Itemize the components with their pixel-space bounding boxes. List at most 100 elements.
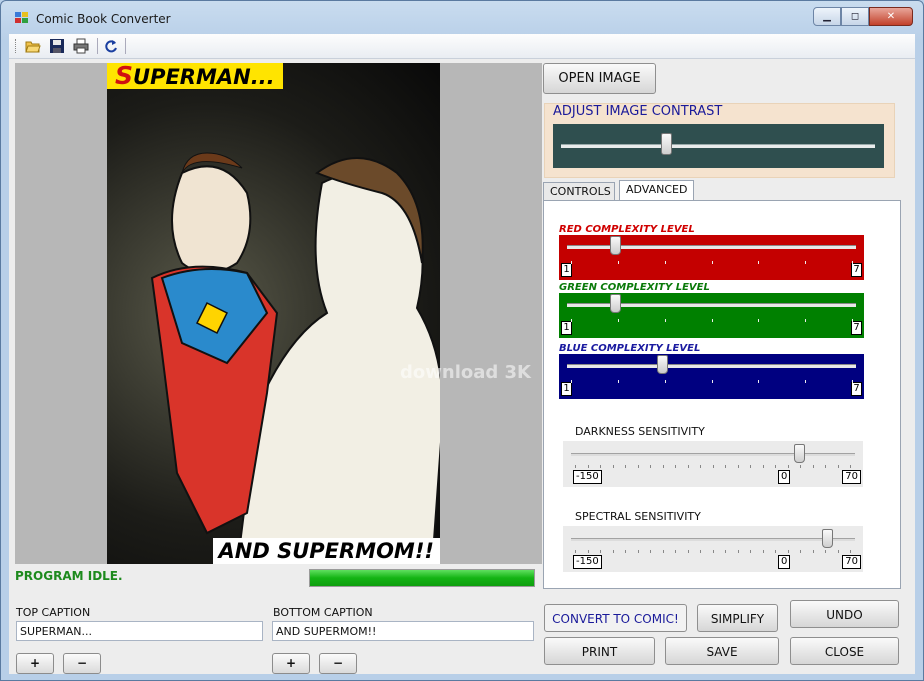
slider-tick: [612, 465, 614, 468]
refresh-icon[interactable]: [103, 38, 119, 54]
window-title: Comic Book Converter: [36, 12, 171, 26]
slider-tick: [575, 550, 576, 553]
slider-tick: [852, 261, 853, 264]
save-disk-icon[interactable]: [49, 38, 65, 54]
contrast-slider[interactable]: [553, 124, 884, 168]
top-caption-minus-button[interactable]: −: [63, 653, 101, 674]
complexity-track[interactable]: 17: [559, 235, 864, 280]
open-folder-icon[interactable]: [25, 38, 41, 54]
slider-tick: [837, 550, 839, 553]
slider-tick: [711, 261, 713, 264]
complexity-max: 7: [851, 382, 862, 396]
complexity-slider-0[interactable]: RED COMPLEXITY LEVEL 1 7: [559, 224, 864, 280]
sensitivity-min: -150: [573, 555, 602, 569]
slider-tick: [762, 550, 764, 553]
complexity-slider-1[interactable]: GREEN COMPLEXITY LEVEL 1 7: [559, 282, 864, 338]
slider-tick: [687, 465, 689, 468]
slider-tick: [837, 465, 839, 468]
sensitivity-max: 70: [842, 470, 861, 484]
photo-figures: [150, 152, 440, 564]
bottom-caption-plus-button[interactable]: +: [272, 653, 310, 674]
slider-tick: [575, 465, 576, 468]
complexity-max: 7: [851, 321, 862, 335]
sensitivity-thumb[interactable]: [793, 444, 805, 463]
slider-tick: [700, 550, 701, 553]
bottom-caption-minus-button[interactable]: −: [319, 653, 357, 674]
slider-tick: [800, 465, 801, 468]
slider-tick: [687, 550, 689, 553]
sensitivity-slider-0[interactable]: DARKNESS SENSITIVITY -150 0 70: [563, 425, 863, 487]
slider-tick: [805, 261, 807, 264]
slider-line: [567, 364, 856, 368]
contrast-slider-thumb[interactable]: [660, 133, 672, 155]
complexity-min: 1: [561, 321, 572, 335]
slider-tick: [664, 380, 666, 383]
complexity-track[interactable]: 17: [559, 354, 864, 399]
complexity-label: BLUE COMPLEXITY LEVEL: [559, 343, 701, 354]
complexity-track[interactable]: 17: [559, 293, 864, 338]
bottom-caption-overlay: AND SUPERMOM!!: [212, 538, 440, 564]
slider-tick: [850, 550, 851, 553]
slider-tick: [571, 319, 572, 322]
slider-tick: [712, 465, 714, 468]
print-icon[interactable]: [73, 38, 89, 54]
progress-bar: [309, 569, 535, 587]
top-caption-label: TOP CAPTION: [16, 606, 91, 619]
slider-tick: [825, 550, 826, 553]
slider-tick: [625, 465, 626, 468]
slider-tick: [758, 319, 760, 322]
maximize-button[interactable]: ◻: [841, 7, 869, 26]
complexity-slider-2[interactable]: BLUE COMPLEXITY LEVEL 1 7: [559, 343, 864, 399]
print-button[interactable]: PRINT: [544, 637, 655, 665]
undo-button[interactable]: UNDO: [790, 600, 899, 628]
minimize-button[interactable]: ▁: [813, 7, 841, 26]
top-caption-input[interactable]: SUPERMAN...: [16, 621, 263, 641]
slider-tick: [675, 550, 676, 553]
tab-controls[interactable]: CONTROLS: [543, 182, 615, 200]
sensitivity-mid: 0: [778, 470, 791, 484]
slider-tick: [650, 465, 651, 468]
slider-tick: [805, 380, 807, 383]
sensitivity-thumb[interactable]: [821, 529, 833, 548]
slider-tick: [650, 550, 651, 553]
complexity-label: GREEN COMPLEXITY LEVEL: [559, 282, 710, 293]
bottom-caption-input[interactable]: AND SUPERMOM!!: [272, 621, 534, 641]
slider-tick: [617, 319, 619, 322]
slider-tick: [800, 550, 801, 553]
slider-tick: [662, 550, 664, 553]
slider-tick: [750, 550, 751, 553]
slider-tick: [625, 550, 626, 553]
simplify-button[interactable]: SIMPLIFY: [697, 604, 778, 632]
convert-to-comic-button[interactable]: CONVERT TO COMIC!: [544, 604, 687, 632]
complexity-thumb[interactable]: [656, 355, 668, 374]
complexity-label: RED COMPLEXITY LEVEL: [559, 224, 695, 235]
slider-tick: [664, 261, 666, 264]
sensitivity-slider-1[interactable]: SPECTRAL SENSITIVITY -150 0 70: [563, 510, 863, 572]
slider-tick: [571, 380, 572, 383]
slider-tick: [812, 550, 814, 553]
slider-line: [571, 538, 855, 541]
slider-tick: [637, 550, 639, 553]
close-button[interactable]: CLOSE: [790, 637, 899, 665]
top-caption-plus-button[interactable]: +: [16, 653, 54, 674]
toolbar-grip[interactable]: [15, 39, 19, 53]
open-image-button[interactable]: OPEN IMAGE: [543, 63, 656, 94]
caption-initial: S: [115, 63, 134, 90]
slider-tick: [850, 465, 851, 468]
contrast-track-line: [561, 144, 875, 148]
slider-tick: [675, 465, 676, 468]
save-button[interactable]: SAVE: [665, 637, 779, 665]
title-bar[interactable]: Comic Book Converter ▁ ◻ ✕: [1, 1, 923, 33]
slider-tick: [737, 550, 739, 553]
complexity-max: 7: [851, 263, 862, 277]
slider-tick: [775, 465, 776, 468]
slider-tick: [571, 261, 572, 264]
complexity-thumb[interactable]: [609, 294, 621, 313]
slider-tick: [711, 319, 713, 322]
slider-line: [571, 453, 855, 456]
client-area: SUPERMAN... AND SUPERMOM!! download 3K P…: [9, 34, 915, 674]
tab-advanced[interactable]: ADVANCED: [619, 180, 694, 201]
slider-tick: [662, 465, 664, 468]
complexity-thumb[interactable]: [609, 236, 621, 255]
close-window-button[interactable]: ✕: [869, 7, 913, 26]
